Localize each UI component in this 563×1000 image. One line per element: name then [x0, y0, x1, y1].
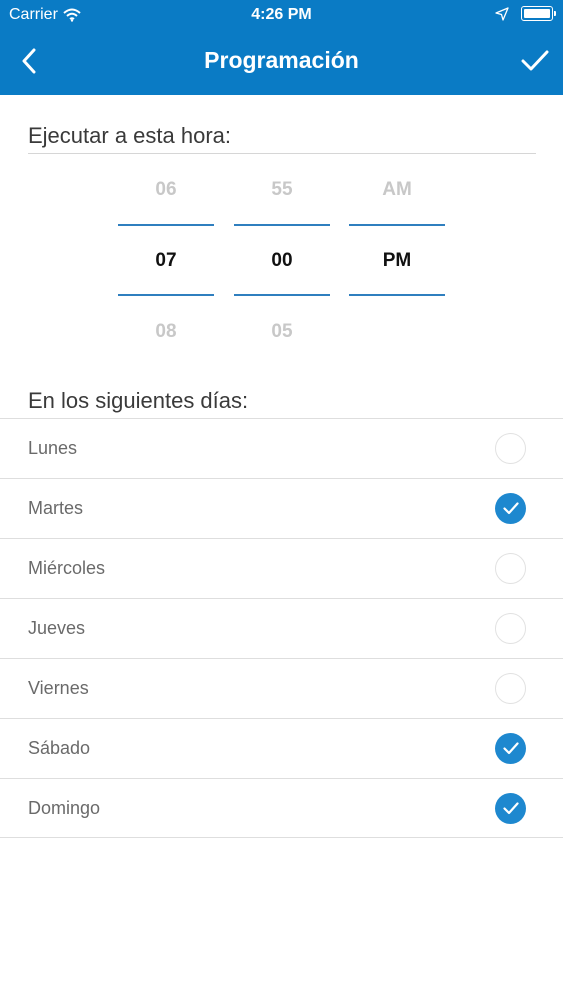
day-label: Martes: [28, 498, 84, 518]
minute-picker-top-line: [234, 224, 330, 226]
day-row-lunes[interactable]: Lunes: [0, 418, 563, 478]
period-option-above[interactable]: AM: [349, 179, 445, 201]
minute-picker[interactable]: 55 00 05: [234, 0, 330, 350]
battery-icon: [521, 6, 556, 21]
check-icon: [502, 742, 519, 755]
hour-option-above[interactable]: 06: [118, 179, 214, 201]
days-section-title: En los siguientes días:: [28, 388, 249, 413]
day-row-sabado[interactable]: Sábado: [0, 718, 563, 778]
day-row-jueves[interactable]: Jueves: [0, 598, 563, 658]
hour-picker[interactable]: 06 07 08: [118, 0, 214, 350]
day-checkbox[interactable]: [495, 433, 526, 464]
status-right: [495, 6, 556, 21]
hour-option-below[interactable]: 08: [118, 321, 214, 343]
day-label: Domingo: [28, 798, 101, 818]
day-label: Viernes: [28, 678, 89, 698]
day-checkbox[interactable]: [495, 673, 526, 704]
day-checkbox[interactable]: [495, 553, 526, 584]
period-picker-bottom-line: [349, 294, 445, 296]
day-label: Sábado: [28, 738, 91, 758]
minute-picker-bottom-line: [234, 294, 330, 296]
day-checkbox[interactable]: [495, 793, 526, 824]
done-button[interactable]: [517, 42, 553, 80]
hour-picker-bottom-line: [118, 294, 214, 296]
period-selected[interactable]: PM: [349, 250, 445, 272]
minute-option-above[interactable]: 55: [234, 179, 330, 201]
day-row-domingo[interactable]: Domingo: [0, 778, 563, 838]
day-row-martes[interactable]: Martes: [0, 478, 563, 538]
days-list: Lunes Martes Miércoles Jueves Viernes Sá…: [0, 418, 563, 838]
day-row-viernes[interactable]: Viernes: [0, 658, 563, 718]
hour-selected[interactable]: 07: [118, 250, 214, 272]
period-picker-top-line: [349, 224, 445, 226]
day-checkbox[interactable]: [495, 613, 526, 644]
day-label: Miércoles: [28, 558, 106, 578]
battery-fill: [524, 9, 550, 18]
day-label: Lunes: [28, 438, 78, 458]
day-checkbox[interactable]: [495, 493, 526, 524]
period-picker[interactable]: AM PM: [349, 0, 445, 350]
minute-selected[interactable]: 00: [234, 250, 330, 272]
check-icon: [502, 502, 519, 515]
checkmark-icon: [521, 50, 549, 71]
minute-option-below[interactable]: 05: [234, 321, 330, 343]
check-icon: [502, 802, 519, 815]
day-checkbox[interactable]: [495, 733, 526, 764]
day-row-miercoles[interactable]: Miércoles: [0, 538, 563, 598]
location-arrow-icon: [495, 6, 509, 21]
day-label: Jueves: [28, 618, 86, 638]
hour-picker-top-line: [118, 224, 214, 226]
